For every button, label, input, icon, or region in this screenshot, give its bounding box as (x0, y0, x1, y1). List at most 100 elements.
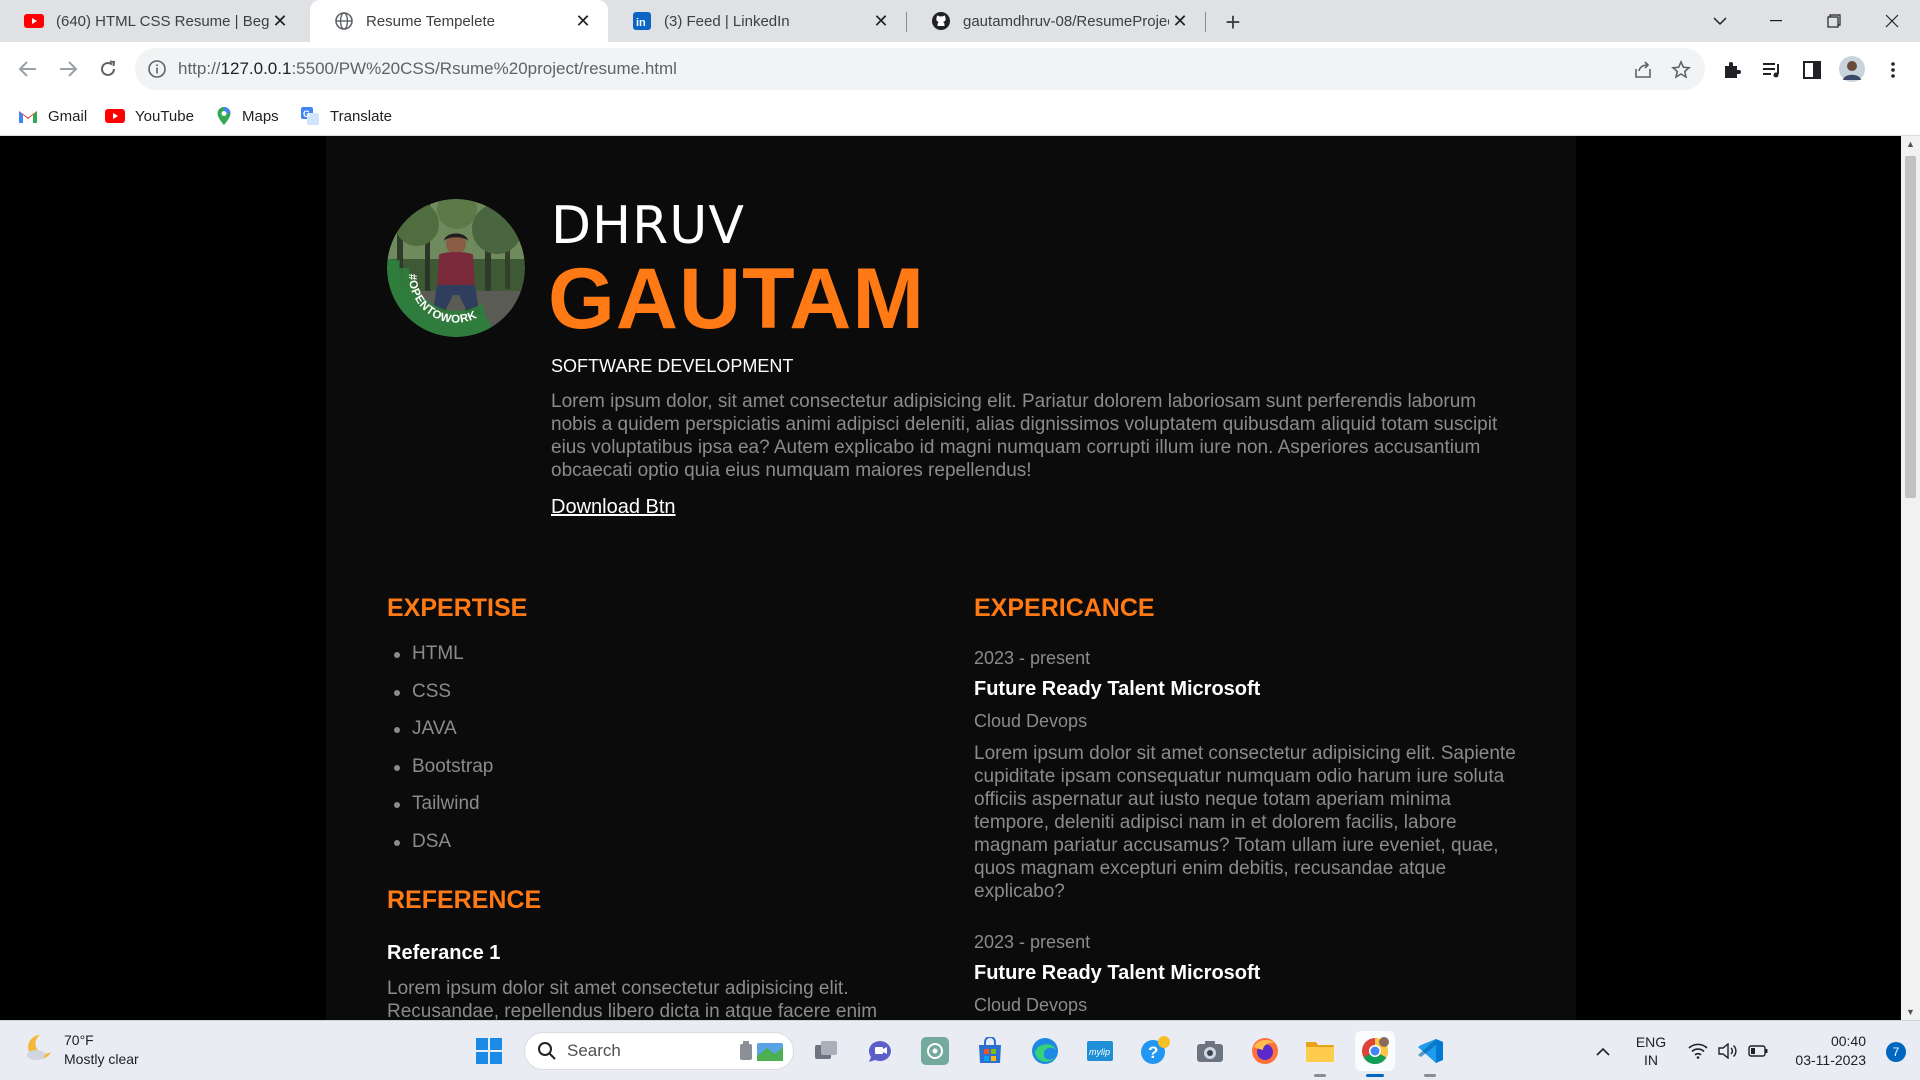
profile-avatar[interactable] (1837, 54, 1867, 84)
tab-github[interactable]: gautamdhruv-08/ResumeProject ✕ (907, 0, 1205, 42)
url-text: http://127.0.0.1:5500/PW%20CSS/Rsume%20p… (178, 59, 677, 79)
tab-search-chevron-icon[interactable] (1692, 0, 1748, 42)
skills-list: HTML CSS JAVA Bootstrap Tailwind DSA (393, 643, 493, 869)
tab-close-icon[interactable]: ✕ (870, 10, 892, 32)
tab-title: (3) Feed | LinkedIn (664, 12, 790, 30)
tab-title: (640) HTML CSS Resume | Begin (56, 12, 269, 30)
maps-pin-icon (216, 106, 232, 126)
show-hidden-icons-chevron-icon[interactable] (1588, 1031, 1618, 1071)
start-button[interactable] (469, 1031, 509, 1071)
restore-button[interactable] (1806, 0, 1862, 42)
tab-close-icon[interactable]: ✕ (572, 10, 594, 32)
file-explorer-icon[interactable] (1300, 1031, 1340, 1077)
browser-menu-icon[interactable] (1880, 57, 1906, 83)
weather-widget[interactable]: 70°F Mostly clear (22, 1031, 139, 1069)
bookmarks-bar: Gmail YouTube Maps G Translate (0, 96, 1920, 136)
region-code: IN (1644, 1052, 1658, 1068)
forward-button[interactable] (52, 53, 84, 85)
bookmark-translate[interactable]: G Translate (300, 104, 392, 128)
tab-separator (1205, 12, 1206, 32)
tab-title: gautamdhruv-08/ResumeProject (963, 12, 1169, 30)
side-panel-icon[interactable] (1799, 57, 1825, 83)
svg-text:in: in (636, 17, 646, 29)
profile-photo: #OPENTOWORK (387, 199, 525, 337)
download-button[interactable]: Download Btn (551, 496, 676, 519)
experience-post: Cloud Devops (974, 711, 1088, 731)
system-clock[interactable]: 00:40 03-11-2023 (1795, 1032, 1866, 1070)
url-path: :5500/PW%20CSS/Rsume%20project/resume.ht… (291, 59, 677, 78)
list-item: Tailwind (393, 793, 493, 831)
get-help-icon[interactable]: ? (1135, 1031, 1175, 1071)
resume-container: #OPENTOWORK DHRUV GAUTAM SOFTWARE DEVELO… (326, 136, 1576, 1020)
intro-paragraph: Lorem ipsum dolor, sit amet consectetur … (551, 391, 1498, 481)
reference-name: Referance 1 (387, 942, 501, 964)
bookmark-gmail[interactable]: Gmail (18, 104, 87, 128)
tab-resume[interactable]: Resume Tempelete ✕ (310, 0, 608, 42)
svg-text:mylip: mylip (1089, 1047, 1110, 1057)
battery-icon[interactable] (1744, 1031, 1772, 1071)
bookmark-label: Gmail (48, 107, 88, 125)
bookmark-star-icon[interactable] (1669, 59, 1693, 81)
reload-button[interactable] (92, 53, 124, 85)
youtube-icon (105, 109, 125, 123)
experience-heading: EXPERICANCE (974, 594, 1155, 622)
url-host: 127.0.0.1 (220, 59, 292, 78)
page-viewport[interactable]: #OPENTOWORK DHRUV GAUTAM SOFTWARE DEVELO… (0, 136, 1901, 1020)
list-item: CSS (393, 681, 493, 719)
task-view-icon[interactable] (806, 1031, 846, 1071)
tab-strip: (640) HTML CSS Resume | Begin ✕ Resume T… (0, 0, 1920, 42)
taskbar-search-input[interactable]: Search (524, 1032, 794, 1070)
list-item: JAVA (393, 718, 493, 756)
gmail-icon (18, 109, 38, 124)
vscode-icon[interactable] (1410, 1031, 1450, 1077)
notification-badge[interactable]: 7 (1886, 1042, 1906, 1062)
bookmark-youtube[interactable]: YouTube (105, 104, 194, 128)
tab-close-icon[interactable]: ✕ (1169, 10, 1191, 32)
tab-youtube[interactable]: (640) HTML CSS Resume | Begin ✕ (0, 0, 305, 42)
address-bar[interactable]: http://127.0.0.1:5500/PW%20CSS/Rsume%20p… (135, 48, 1705, 90)
scroll-down-arrow-icon[interactable]: ▼ (1905, 1006, 1916, 1018)
experience-post: Cloud Devops (974, 995, 1088, 1015)
mylip-app-icon[interactable]: mylip (1080, 1031, 1120, 1071)
extensions-icon[interactable] (1719, 57, 1745, 83)
chrome-icon[interactable] (1355, 1031, 1395, 1077)
tab-close-icon[interactable]: ✕ (269, 10, 291, 32)
minimize-button[interactable] (1748, 0, 1804, 42)
tab-title: Resume Tempelete (366, 12, 495, 30)
scrollbar-thumb[interactable] (1905, 156, 1916, 498)
share-icon[interactable] (1631, 59, 1655, 81)
site-info-icon[interactable] (147, 59, 167, 84)
tab-linkedin[interactable]: in (3) Feed | LinkedIn ✕ (608, 0, 906, 42)
volume-icon[interactable] (1714, 1031, 1742, 1071)
scroll-up-arrow-icon[interactable]: ▲ (1905, 138, 1916, 150)
wifi-icon[interactable] (1684, 1031, 1712, 1071)
browser-toolbar: http://127.0.0.1:5500/PW%20CSS/Rsume%20p… (0, 42, 1920, 96)
moon-cloud-icon (22, 1032, 54, 1069)
language-indicator[interactable]: ENG IN (1628, 1031, 1674, 1071)
reference-heading: REFERENCE (387, 886, 542, 914)
media-controls-icon[interactable] (1759, 57, 1785, 83)
chatgpt-icon[interactable] (915, 1031, 955, 1071)
experience-item: 2023 - present Future Ready Talent Micro… (974, 932, 1534, 1016)
firefox-icon[interactable] (1245, 1031, 1285, 1071)
experience-description: Lorem ipsum dolor sit amet consectetur a… (974, 743, 1516, 902)
windows-taskbar: 70°F Mostly clear Search mylip ? ENG IN … (0, 1020, 1920, 1080)
first-name: DHRUV (551, 196, 745, 256)
list-item: Bootstrap (393, 756, 493, 794)
clock-time: 00:40 (1830, 1033, 1866, 1049)
teams-chat-icon[interactable] (860, 1031, 900, 1071)
new-tab-button[interactable]: + (1218, 7, 1248, 37)
back-button[interactable] (12, 53, 44, 85)
experience-item: 2023 - present Future Ready Talent Micro… (974, 648, 1534, 903)
camera-icon[interactable] (1190, 1031, 1230, 1071)
close-window-button[interactable] (1864, 0, 1920, 42)
bookmark-label: Translate (330, 107, 392, 125)
globe-icon (334, 11, 354, 31)
bookmark-maps[interactable]: Maps (216, 104, 279, 128)
microsoft-store-icon[interactable] (970, 1031, 1010, 1071)
page-scrollbar[interactable]: ▲ ▼ (1901, 136, 1920, 1020)
active-indicator (1366, 1074, 1384, 1077)
edge-browser-icon[interactable] (1025, 1031, 1065, 1071)
language-code: ENG (1635, 1034, 1667, 1050)
list-item: DSA (393, 831, 493, 869)
